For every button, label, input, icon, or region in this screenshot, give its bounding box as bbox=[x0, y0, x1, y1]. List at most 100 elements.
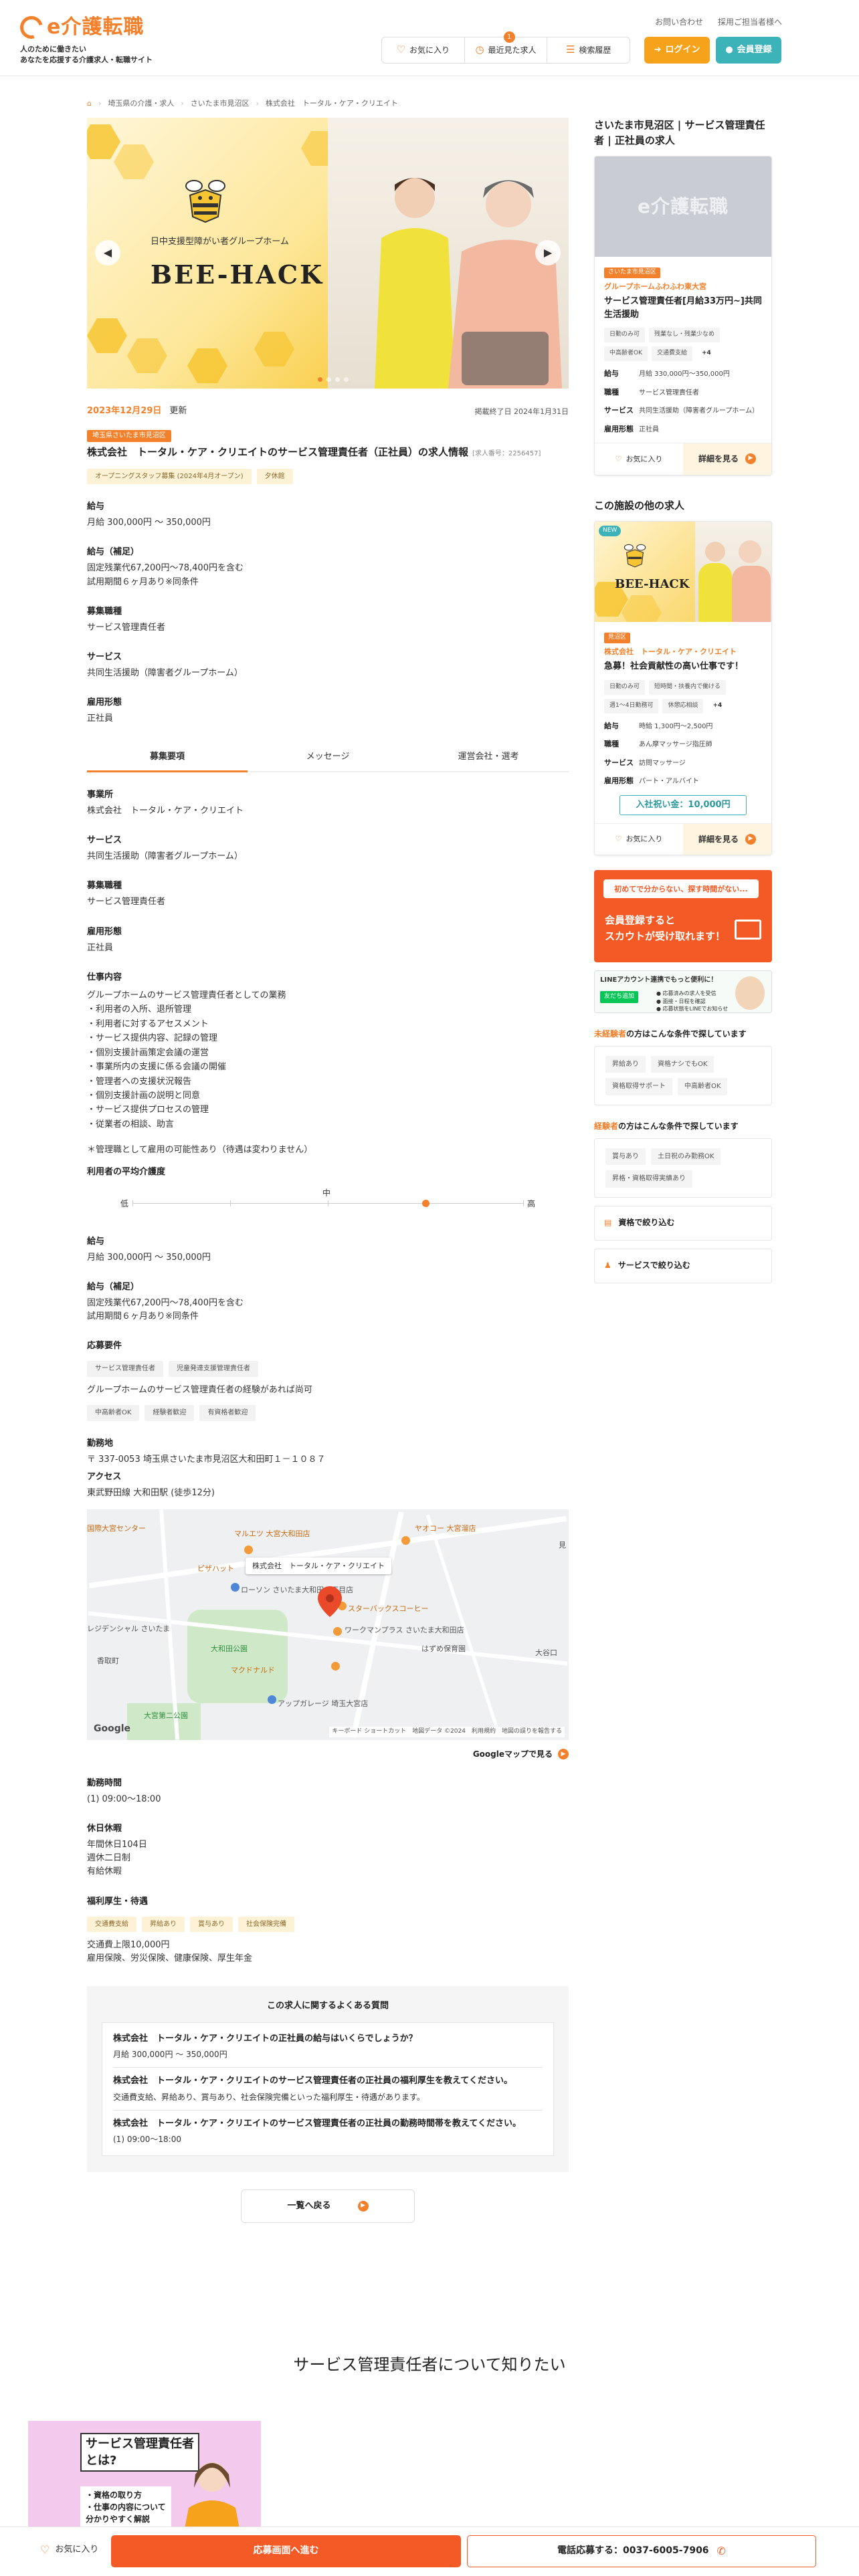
logo-mark-icon bbox=[15, 12, 47, 43]
filter-by-qualification-button[interactable]: ▤ 資格で絞り込む bbox=[594, 1205, 772, 1241]
card-info-row: 給与 時給 1,300円〜2,500円 bbox=[604, 720, 762, 732]
card-title[interactable]: サービス管理責任者[月給33万円~]共同生活援助 bbox=[604, 295, 762, 321]
condition-chip[interactable]: 中高齢者OK bbox=[678, 1078, 728, 1095]
detail-tabs: 募集要項 メッセージ 運営会社・選考 bbox=[87, 744, 569, 772]
card-chip: 日勤のみ可 bbox=[604, 328, 646, 343]
field-value: サービス管理責任者 bbox=[87, 622, 166, 633]
condition-chip[interactable]: 昇格・資格取得実績あり bbox=[605, 1170, 692, 1188]
map-poi-icon[interactable] bbox=[333, 1627, 342, 1636]
condition-chip[interactable]: 土日祝のみ勤務OK bbox=[651, 1148, 721, 1165]
clock-icon: ◷ bbox=[475, 43, 484, 56]
field-label: 仕事内容 bbox=[87, 972, 122, 982]
facility-job-card[interactable]: NEW BEE-HACK 見沼区 株式会社 トータル・ケア・クリエイト 急募！社… bbox=[594, 521, 772, 856]
condition-chip[interactable]: 資格ナシでもOK bbox=[651, 1055, 714, 1073]
more-chips[interactable]: +4 bbox=[696, 346, 717, 362]
duties-intro: グループホームのサービス管理責任者としての業務 bbox=[87, 990, 286, 1000]
breadcrumb-city[interactable]: さいたま市見沼区 bbox=[191, 98, 250, 109]
home-icon[interactable]: ⌂ bbox=[87, 98, 92, 109]
condition-chip[interactable]: 昇給あり bbox=[605, 1055, 646, 1073]
login-button[interactable]: ➜ ログイン bbox=[644, 37, 710, 64]
map-poi-icon[interactable] bbox=[231, 1583, 240, 1592]
updated-label: 更新 bbox=[169, 406, 187, 416]
card-favorite-button[interactable]: ♡ お気に入り bbox=[595, 443, 683, 475]
scout-register-banner[interactable]: 初めてで分からない、探す時間がない... 会員登録すると スカウトが受け取れます… bbox=[594, 870, 772, 963]
card-actions: ♡ お気に入り 詳細を見る ▶ bbox=[595, 823, 771, 855]
site-logo[interactable]: e介護転職 bbox=[15, 12, 144, 43]
experienced-conditions-title: 経験者の方はこんな条件で探しています bbox=[594, 1120, 772, 1133]
card-favorite-button[interactable]: ♡ お気に入り bbox=[595, 824, 683, 855]
map-poi-icon[interactable] bbox=[401, 1536, 410, 1545]
card-company: グループホームふわふわ東大宮 bbox=[604, 282, 707, 292]
carousel-prev-button[interactable]: ◀ bbox=[95, 240, 120, 265]
banner-line: スカウトが受け取れます！ bbox=[605, 930, 726, 942]
apply-button[interactable]: 応募画面へ進む bbox=[111, 2535, 461, 2567]
field-label: 事業所 bbox=[87, 789, 114, 800]
line-add-friend-badge: 友だち追加 bbox=[600, 991, 639, 1004]
carousel-next-button[interactable]: ▶ bbox=[535, 240, 561, 265]
hex-decoration bbox=[87, 124, 120, 159]
map-label: 大谷口 bbox=[535, 1648, 557, 1658]
document-icon: ▤ bbox=[604, 1218, 612, 1228]
requirement-text: グループホームのサービス管理責任者の経験があれば尚可 bbox=[87, 1384, 312, 1395]
tab-company[interactable]: 運営会社・選考 bbox=[408, 744, 569, 771]
map-label: アップガレージ 埼玉大宮店 bbox=[278, 1699, 369, 1709]
card-detail-button[interactable]: 詳細を見る ▶ bbox=[683, 823, 771, 855]
carousel-dot[interactable] bbox=[326, 377, 331, 382]
info-value: 正社員 bbox=[639, 425, 659, 433]
map-poi-icon[interactable] bbox=[331, 1662, 340, 1671]
map-poi-icon[interactable] bbox=[244, 1545, 253, 1555]
card-title[interactable]: 急募！社会貢献性の高い仕事です！ bbox=[604, 660, 762, 673]
arrow-right-icon: ▶ bbox=[558, 1749, 569, 1760]
card-info-row: 雇用形態 パート・アルバイト bbox=[604, 775, 762, 787]
info-key: 職種 bbox=[604, 387, 619, 397]
breadcrumb-prefecture[interactable]: 埼玉県の介護・求人 bbox=[108, 98, 174, 109]
tab-message[interactable]: メッセージ bbox=[248, 744, 408, 771]
about-list-item: 分かりやすく解説 bbox=[86, 2514, 151, 2524]
duty-item: ・サービス提供内容、記録の管理 bbox=[87, 1033, 218, 1044]
hero-brand: BEE-HACK bbox=[151, 259, 324, 290]
hex-decoration bbox=[254, 332, 294, 366]
duty-item: ・事業所内の支援に係る会議の開催 bbox=[87, 1062, 227, 1073]
tagline-line-1: 人のために働きたい bbox=[20, 45, 86, 53]
google-maps-link[interactable]: Googleマップで見る ▶ bbox=[87, 1748, 569, 1761]
field-label: 雇用形態 bbox=[87, 697, 122, 708]
info-key: 職種 bbox=[604, 740, 619, 749]
about-article-card[interactable]: サービス管理責任者 とは? ・資格の取り方 ・仕事の内容について 分かりやすく解… bbox=[28, 2421, 261, 2543]
recruiter-link[interactable]: 採用ご担当者様へ bbox=[718, 16, 782, 29]
phone-apply-button[interactable]: 電話応募する：0037-6005-7906 ✆ bbox=[467, 2535, 816, 2567]
carousel-dot[interactable] bbox=[318, 377, 322, 382]
favorites-button[interactable]: ♡ お気に入り bbox=[382, 37, 465, 63]
map-credit[interactable]: キーボード ショートカット 地図データ ©2024 利用規約 地図の誤りを報告す… bbox=[329, 1727, 565, 1738]
job-tag: オープニングスタッフ募集 (2024年4月オープン) bbox=[87, 468, 252, 485]
cond-prefix: 未経験者 bbox=[594, 1029, 627, 1039]
sidebar: さいたま市見沼区 | サービス管理責任者 | 正社員の求人 e介護転職 さいたま… bbox=[594, 118, 772, 1283]
condition-chip[interactable]: 資格取得サポート bbox=[605, 1078, 672, 1095]
line-link-banner[interactable]: LINEアカウント連携でもっと便利に！ 友だち追加 ● 応募済みの求人を受信 ●… bbox=[594, 970, 772, 1014]
summary-salary-note: 給与（補足） 固定残業代67,200円〜78,400円を含む 試用期間６ヶ月あり… bbox=[87, 546, 569, 588]
card-detail-button[interactable]: 詳細を見る ▶ bbox=[683, 443, 771, 475]
location-map[interactable]: マルエツ 大宮大和田店 ヤオコー 大宮溜店 ローソン さいたま大和田一丁目店 ス… bbox=[87, 1509, 569, 1741]
other-jobs-title: この施設の他の求人 bbox=[594, 499, 685, 512]
field-value: 共同生活援助（障害者グループホーム） bbox=[87, 668, 243, 679]
inexperienced-conditions-title: 未経験者の方はこんな条件で探しています bbox=[594, 1028, 772, 1041]
related-job-card[interactable]: e介護転職 さいたま市見沼区 グループホームふわふわ東大宮 サービス管理責任者[… bbox=[594, 156, 772, 475]
map-label: 大和田公園 bbox=[211, 1644, 248, 1654]
tagline-line-2: あなたを応援する介護求人・転職サイト bbox=[20, 55, 153, 64]
recent-jobs-button[interactable]: 1 ◷ 最近見た求人 bbox=[465, 31, 548, 63]
detail-office: 事業所 株式会社 トータル・ケア・クリエイト bbox=[87, 788, 569, 818]
search-history-button[interactable]: ☰ 検索履歴 bbox=[547, 37, 630, 63]
map-pin-icon[interactable] bbox=[318, 1586, 342, 1618]
carousel-dot[interactable] bbox=[335, 377, 340, 382]
condition-chip[interactable]: 賞与あり bbox=[605, 1148, 646, 1165]
back-to-list-button[interactable]: 一覧へ戻る ▶ bbox=[241, 2189, 415, 2223]
placeholder-logo: e介護転職 bbox=[638, 195, 729, 218]
carousel-dot[interactable] bbox=[344, 377, 349, 382]
breadcrumb-current: 株式会社 トータル・ケア・クリエイト bbox=[265, 99, 398, 108]
contact-link[interactable]: お問い合わせ bbox=[655, 16, 703, 29]
more-chips[interactable]: +4 bbox=[707, 698, 728, 714]
filter-by-service-button[interactable]: ♟ サービスで絞り込む bbox=[594, 1248, 772, 1283]
register-button[interactable]: ● 会員登録 bbox=[716, 37, 781, 64]
tab-requirements[interactable]: 募集要項 bbox=[87, 744, 248, 772]
bottom-favorite-button[interactable]: ♡ お気に入り bbox=[40, 2542, 98, 2559]
info-value: 月給 330,000円〜350,000円 bbox=[639, 370, 730, 379]
